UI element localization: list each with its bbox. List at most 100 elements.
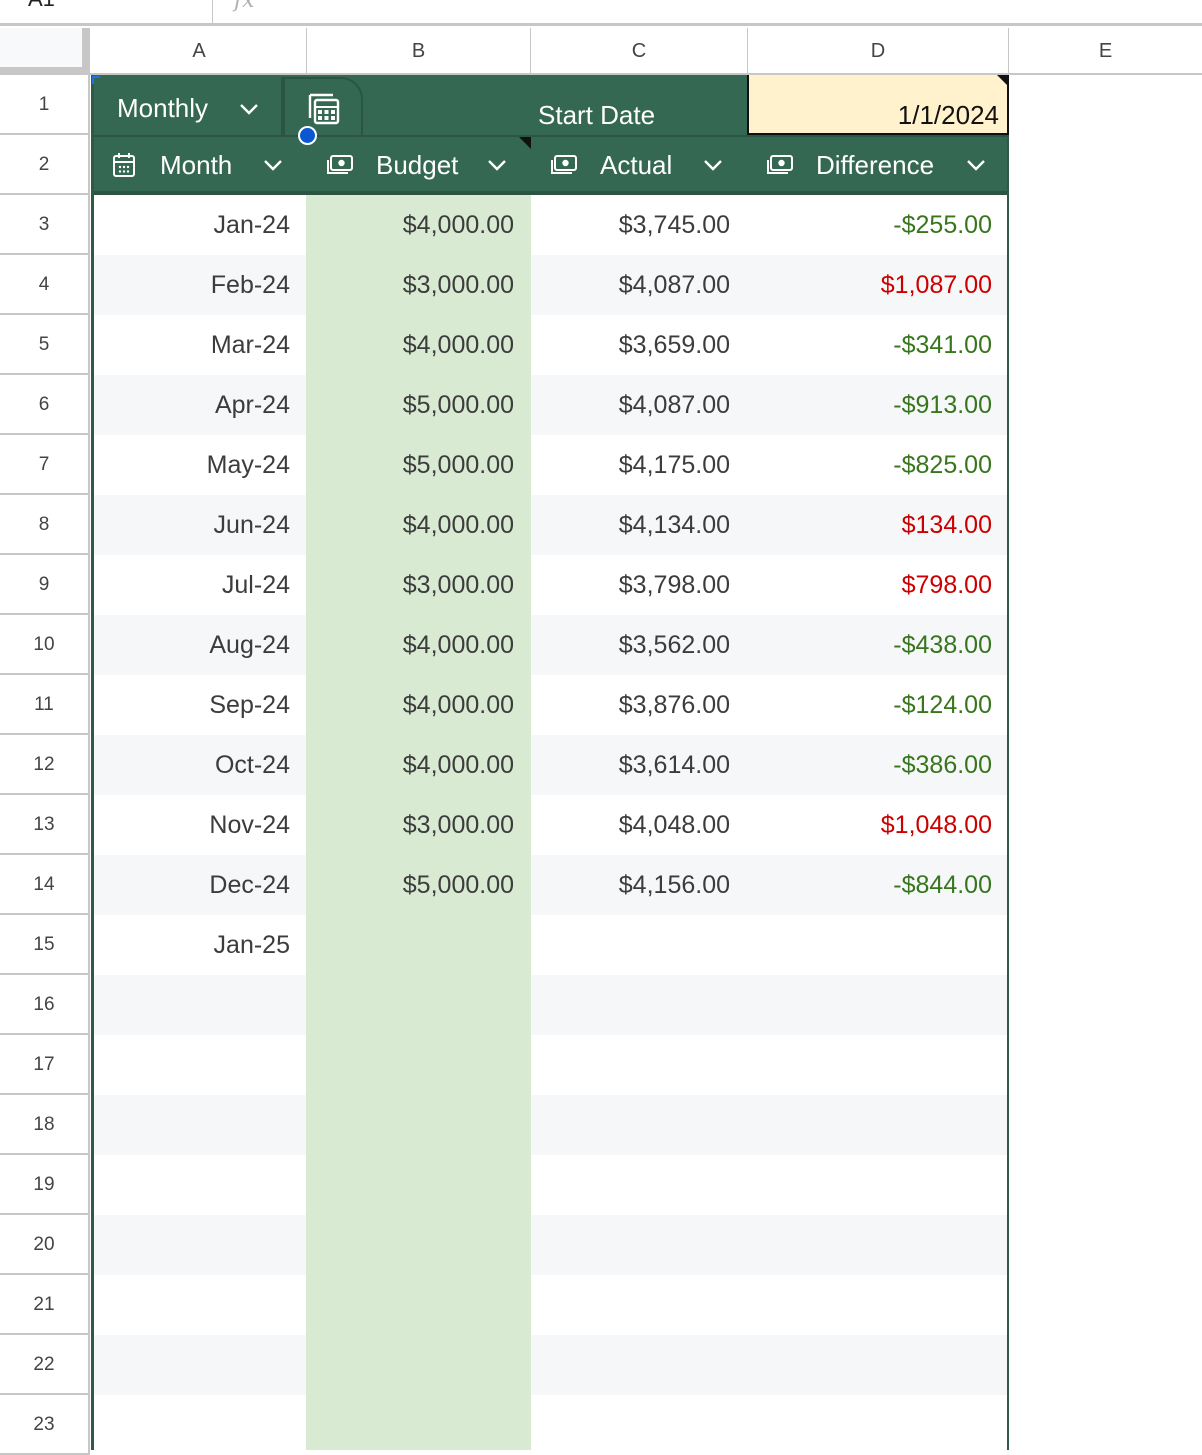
column-header-e[interactable]: E <box>1009 28 1202 75</box>
selection-handle[interactable] <box>298 126 317 145</box>
month-cell[interactable]: Jul-24 <box>94 555 290 615</box>
budget-cell[interactable] <box>306 915 514 975</box>
actual-cell[interactable] <box>531 915 730 975</box>
month-cell[interactable]: Dec-24 <box>94 855 290 915</box>
row-header[interactable]: 23 <box>0 1395 90 1455</box>
row-header[interactable]: 19 <box>0 1155 90 1215</box>
difference-cell[interactable]: -$124.00 <box>747 675 992 735</box>
column-label: Budget <box>376 150 459 180</box>
chevron-down-icon[interactable] <box>965 135 987 195</box>
actual-cell[interactable]: $4,156.00 <box>531 855 730 915</box>
row-header[interactable]: 2 <box>0 135 90 195</box>
month-cell[interactable]: Aug-24 <box>94 615 290 675</box>
column-label: Month <box>160 150 233 180</box>
budget-cell[interactable]: $4,000.00 <box>306 615 514 675</box>
difference-cell[interactable]: -$255.00 <box>747 195 992 255</box>
column-header-a[interactable]: A <box>92 28 307 75</box>
actual-cell[interactable]: $3,876.00 <box>531 675 730 735</box>
difference-cell[interactable]: -$341.00 <box>747 315 992 375</box>
month-cell[interactable]: Jan-25 <box>94 915 290 975</box>
budget-cell[interactable]: $3,000.00 <box>306 795 514 855</box>
column-header-actual[interactable]: Actual <box>550 135 745 195</box>
actual-cell[interactable]: $3,798.00 <box>531 555 730 615</box>
actual-cell[interactable]: $4,087.00 <box>531 255 730 315</box>
month-cell[interactable]: Nov-24 <box>94 795 290 855</box>
row-band <box>94 1155 1008 1215</box>
actual-cell[interactable]: $3,562.00 <box>531 615 730 675</box>
row-header[interactable]: 8 <box>0 495 90 555</box>
actual-cell[interactable]: $4,048.00 <box>531 795 730 855</box>
row-header[interactable]: 5 <box>0 315 90 375</box>
difference-cell[interactable]: $798.00 <box>747 555 992 615</box>
budget-cell[interactable]: $3,000.00 <box>306 255 514 315</box>
view-dropdown[interactable]: Monthly <box>93 77 283 135</box>
actual-cell[interactable]: $4,175.00 <box>531 435 730 495</box>
difference-cell[interactable]: $1,087.00 <box>747 255 992 315</box>
difference-cell[interactable]: -$825.00 <box>747 435 992 495</box>
row-header[interactable]: 17 <box>0 1035 90 1095</box>
column-header-b[interactable]: B <box>307 28 531 75</box>
difference-cell[interactable]: -$386.00 <box>747 735 992 795</box>
row-header[interactable]: 7 <box>0 435 90 495</box>
month-cell[interactable]: Mar-24 <box>94 315 290 375</box>
row-header[interactable]: 3 <box>0 195 90 255</box>
select-all-corner[interactable] <box>0 28 90 75</box>
difference-cell[interactable]: -$913.00 <box>747 375 992 435</box>
column-header-budget[interactable]: Budget <box>326 135 526 195</box>
actual-cell[interactable]: $3,745.00 <box>531 195 730 255</box>
name-box[interactable]: A1 <box>0 0 213 24</box>
row-header[interactable]: 18 <box>0 1095 90 1155</box>
budget-cell[interactable]: $5,000.00 <box>306 375 514 435</box>
row-header[interactable]: 15 <box>0 915 90 975</box>
row-header[interactable]: 12 <box>0 735 90 795</box>
budget-cell[interactable]: $4,000.00 <box>306 495 514 555</box>
row-header[interactable]: 16 <box>0 975 90 1035</box>
row-header[interactable]: 22 <box>0 1335 90 1395</box>
start-date-input[interactable]: 1/1/2024 <box>747 75 1009 135</box>
budget-cell[interactable]: $3,000.00 <box>306 555 514 615</box>
difference-cell[interactable]: $1,048.00 <box>747 795 992 855</box>
column-header-d[interactable]: D <box>748 28 1009 75</box>
calculator-button[interactable] <box>283 77 363 135</box>
month-cell[interactable]: Apr-24 <box>94 375 290 435</box>
chevron-down-icon[interactable] <box>702 135 724 195</box>
row-header[interactable]: 11 <box>0 675 90 735</box>
month-cell[interactable]: Oct-24 <box>94 735 290 795</box>
column-header-month[interactable]: Month <box>112 135 304 195</box>
row-header[interactable]: 13 <box>0 795 90 855</box>
row-header[interactable]: 4 <box>0 255 90 315</box>
actual-cell[interactable]: $3,659.00 <box>531 315 730 375</box>
column-header-difference[interactable]: Difference <box>766 135 1006 195</box>
month-cell[interactable]: Feb-24 <box>94 255 290 315</box>
row-header[interactable]: 9 <box>0 555 90 615</box>
row-band <box>94 1035 1008 1095</box>
chevron-down-icon[interactable] <box>486 135 508 195</box>
actual-cell[interactable]: $4,087.00 <box>531 375 730 435</box>
budget-cell[interactable]: $4,000.00 <box>306 735 514 795</box>
actual-cell[interactable]: $3,614.00 <box>531 735 730 795</box>
budget-cell[interactable]: $5,000.00 <box>306 855 514 915</box>
row-header[interactable]: 1 <box>0 75 90 135</box>
budget-cell[interactable]: $4,000.00 <box>306 195 514 255</box>
month-cell[interactable]: Sep-24 <box>94 675 290 735</box>
budget-cell[interactable]: $4,000.00 <box>306 675 514 735</box>
month-cell[interactable]: May-24 <box>94 435 290 495</box>
row-header[interactable]: 6 <box>0 375 90 435</box>
budget-cell[interactable]: $4,000.00 <box>306 315 514 375</box>
row-header[interactable]: 21 <box>0 1275 90 1335</box>
row-header[interactable]: 20 <box>0 1215 90 1275</box>
month-cell[interactable]: Jan-24 <box>94 195 290 255</box>
chevron-down-icon[interactable] <box>262 135 284 195</box>
fx-icon: fx <box>234 0 255 13</box>
row-header[interactable]: 10 <box>0 615 90 675</box>
difference-cell[interactable]: $134.00 <box>747 495 992 555</box>
row-band <box>94 1215 1008 1275</box>
actual-cell[interactable]: $4,134.00 <box>531 495 730 555</box>
difference-cell[interactable] <box>747 915 992 975</box>
month-cell[interactable]: Jun-24 <box>94 495 290 555</box>
difference-cell[interactable]: -$438.00 <box>747 615 992 675</box>
column-header-c[interactable]: C <box>531 28 748 75</box>
row-header[interactable]: 14 <box>0 855 90 915</box>
difference-cell[interactable]: -$844.00 <box>747 855 992 915</box>
budget-cell[interactable]: $5,000.00 <box>306 435 514 495</box>
